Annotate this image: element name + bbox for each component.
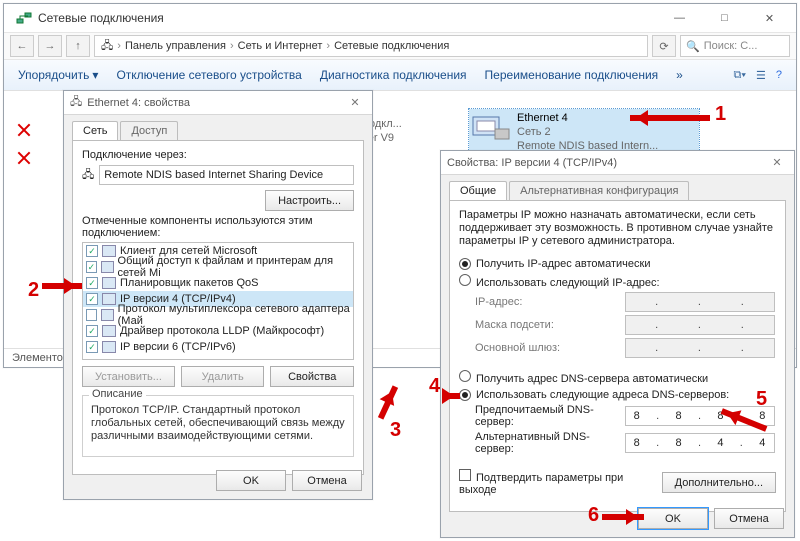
disabled-adapter-icon bbox=[16, 150, 32, 166]
radio-ip-auto[interactable]: Получить IP-адрес автоматически bbox=[459, 258, 776, 270]
description-label: Описание bbox=[89, 388, 146, 400]
diagnose-cmd[interactable]: Диагностика подключения bbox=[320, 68, 467, 82]
arrow-icon bbox=[630, 115, 710, 121]
intro-text: Параметры IP можно назначать автоматичес… bbox=[459, 209, 776, 248]
component-icon bbox=[102, 325, 116, 337]
close-button[interactable]: ✕ bbox=[344, 96, 366, 109]
checkbox-icon[interactable]: ✓ bbox=[86, 325, 98, 337]
component-icon bbox=[102, 277, 116, 289]
arrow-icon bbox=[602, 514, 644, 520]
ethernet-properties-dialog: 🖧 Ethernet 4: свойства ✕ Сеть Доступ Под… bbox=[63, 90, 373, 500]
window-title: Сетевые подключения bbox=[38, 11, 657, 25]
annotation-6: 6 bbox=[588, 504, 599, 527]
radio-dns-auto[interactable]: Получить адрес DNS-сервера автоматически bbox=[459, 370, 776, 385]
checkbox-icon[interactable]: ✓ bbox=[86, 261, 97, 273]
tab-alt-config[interactable]: Альтернативная конфигурация bbox=[509, 181, 689, 200]
help-icon[interactable]: ? bbox=[776, 69, 782, 81]
search-icon: 🔍 bbox=[686, 40, 700, 53]
close-button[interactable]: ✕ bbox=[747, 8, 792, 28]
subnet-mask-field: ... bbox=[625, 315, 775, 335]
adapter-icon: 🖧 bbox=[82, 166, 94, 185]
gateway-field: ... bbox=[625, 338, 775, 358]
forward-button[interactable]: → bbox=[38, 35, 62, 57]
arrow-icon bbox=[378, 385, 398, 419]
ok-button[interactable]: OK bbox=[638, 508, 708, 529]
arrow-icon bbox=[42, 283, 82, 289]
back-button[interactable]: ← bbox=[10, 35, 34, 57]
organize-menu[interactable]: Упорядочить ▾ bbox=[18, 68, 98, 82]
tab-panel-general: Параметры IP можно назначать автоматичес… bbox=[449, 200, 786, 512]
advanced-button[interactable]: Дополнительно... bbox=[662, 472, 776, 493]
radio-dns-manual[interactable]: Использовать следующие адреса DNS-сервер… bbox=[459, 389, 776, 401]
dialog-title: 🖧 Ethernet 4: свойства bbox=[70, 93, 344, 112]
list-item: Протокол мультиплексора сетевого адаптер… bbox=[83, 307, 353, 323]
close-button[interactable]: ✕ bbox=[766, 156, 788, 169]
view-details-icon[interactable]: ☰ bbox=[756, 69, 766, 82]
description-text: Протокол TCP/IP. Стандартный протокол гл… bbox=[91, 404, 345, 443]
remove-button[interactable]: Удалить bbox=[181, 366, 265, 387]
breadcrumb[interactable]: 🖧 › Панель управления› Сеть и Интернет› … bbox=[94, 35, 648, 57]
address-bar: ← → ↑ 🖧 › Панель управления› Сеть и Инте… bbox=[4, 32, 796, 60]
checkbox-icon[interactable]: ✓ bbox=[86, 245, 98, 257]
annotation-2: 2 bbox=[28, 279, 39, 302]
validate-checkbox[interactable]: Подтвердить параметры при выходе bbox=[459, 469, 662, 496]
tab-network[interactable]: Сеть bbox=[72, 121, 118, 140]
components-label: Отмеченные компоненты используются этим … bbox=[82, 215, 354, 239]
connect-via-label: Подключение через: bbox=[82, 149, 354, 161]
component-icon bbox=[101, 261, 114, 273]
annotation-3: 3 bbox=[390, 419, 401, 442]
ok-button[interactable]: OK bbox=[216, 470, 286, 491]
list-item: ✓Драйвер протокола LLDP (Майкрософт) bbox=[83, 323, 353, 339]
annotation-1: 1 bbox=[715, 103, 726, 126]
tab-panel-network: Подключение через: 🖧 Remote NDIS based I… bbox=[72, 140, 364, 475]
view-tiles-icon[interactable]: ⧉▾ bbox=[734, 69, 746, 82]
disabled-adapter-icon bbox=[16, 122, 32, 138]
network-folder-icon: 🖧 bbox=[101, 37, 113, 56]
minimize-button[interactable]: — bbox=[657, 8, 702, 28]
annotation-5: 5 bbox=[756, 388, 767, 411]
configure-button[interactable]: Настроить... bbox=[265, 190, 354, 211]
dialog-title: Свойства: IP версии 4 (TCP/IPv4) bbox=[447, 157, 766, 169]
checkbox-icon[interactable]: ✓ bbox=[86, 293, 98, 305]
checkbox-icon[interactable] bbox=[86, 309, 97, 321]
component-icon bbox=[102, 293, 116, 305]
rename-cmd[interactable]: Переименование подключения bbox=[485, 68, 659, 82]
titlebar: Сетевые подключения — □ ✕ bbox=[4, 4, 796, 32]
checkbox-icon[interactable]: ✓ bbox=[86, 277, 98, 289]
up-button[interactable]: ↑ bbox=[66, 35, 90, 57]
list-item: ✓Общий доступ к файлам и принтерам для с… bbox=[83, 259, 353, 275]
ethernet-icon: 🖧 bbox=[70, 93, 82, 112]
maximize-button[interactable]: □ bbox=[702, 8, 747, 28]
properties-button[interactable]: Свойства bbox=[270, 366, 354, 387]
search-input[interactable]: 🔍 Поиск: С... bbox=[680, 35, 790, 57]
tab-general[interactable]: Общие bbox=[449, 181, 507, 200]
component-icon bbox=[101, 309, 114, 321]
annotation-4: 4 bbox=[429, 375, 440, 398]
ipv4-properties-dialog: Свойства: IP версии 4 (TCP/IPv4) ✕ Общие… bbox=[440, 150, 795, 538]
cancel-button[interactable]: Отмена bbox=[714, 508, 784, 529]
radio-ip-manual[interactable]: Использовать следующий IP-адрес: bbox=[459, 274, 776, 289]
ethernet-adapter-icon bbox=[471, 111, 511, 143]
connect-via-field: Remote NDIS based Internet Sharing Devic… bbox=[99, 165, 354, 185]
component-icon bbox=[102, 341, 116, 353]
command-bar: Упорядочить ▾ Отключение сетевого устрой… bbox=[4, 60, 796, 91]
install-button[interactable]: Установить... bbox=[82, 366, 175, 387]
arrow-icon bbox=[442, 393, 460, 399]
network-folder-icon bbox=[16, 10, 32, 26]
cancel-button[interactable]: Отмена bbox=[292, 470, 362, 491]
checkbox-icon[interactable]: ✓ bbox=[86, 341, 98, 353]
list-item: ✓IP версии 6 (TCP/IPv6) bbox=[83, 339, 353, 355]
ip-address-field: ... bbox=[625, 292, 775, 312]
component-icon bbox=[102, 245, 116, 257]
alternate-dns-field[interactable]: 8.8.4.4 bbox=[625, 433, 775, 453]
tab-access[interactable]: Доступ bbox=[120, 121, 178, 140]
components-list[interactable]: ✓Клиент для сетей Microsoft ✓Общий досту… bbox=[82, 242, 354, 360]
disable-device-cmd[interactable]: Отключение сетевого устройства bbox=[116, 68, 301, 82]
more-commands[interactable]: » bbox=[676, 68, 683, 82]
refresh-button[interactable]: ⟳ bbox=[652, 35, 676, 57]
